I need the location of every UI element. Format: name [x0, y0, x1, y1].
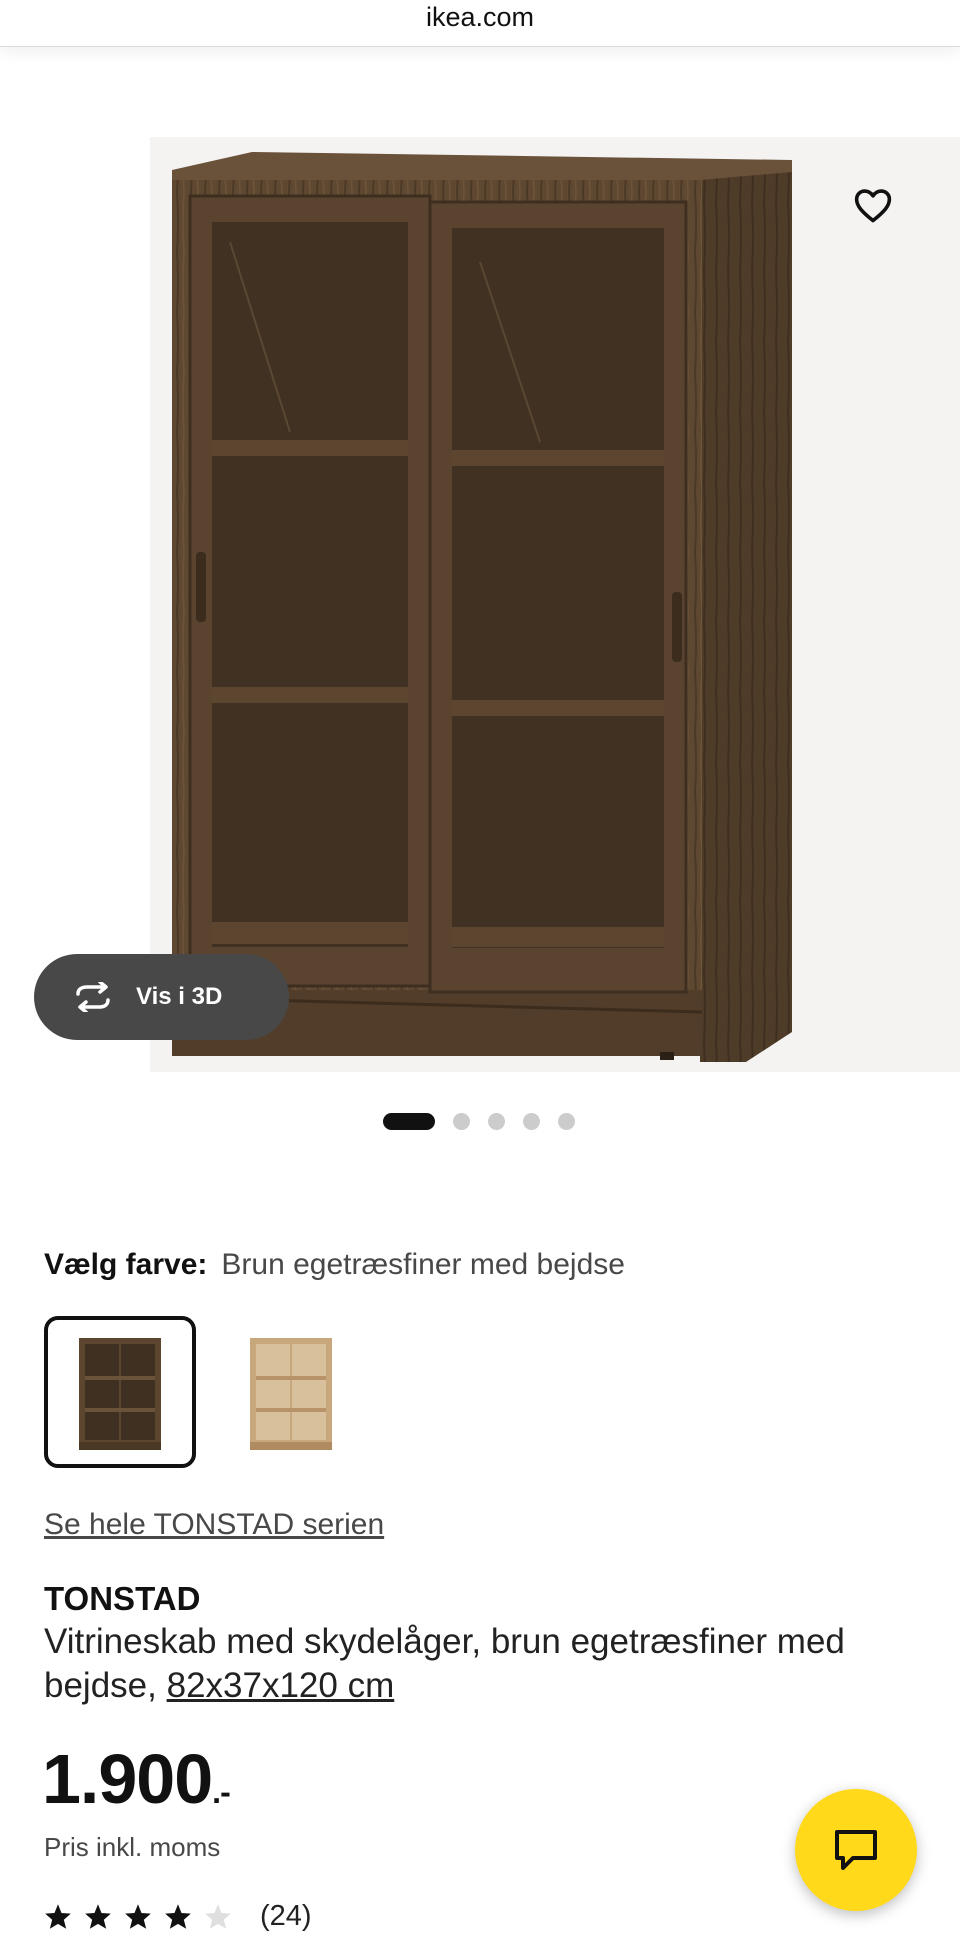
price-amount: 1.900: [42, 1740, 213, 1818]
color-swatch-oak[interactable]: [215, 1316, 367, 1468]
view-in-3d-button[interactable]: Vis i 3D: [34, 954, 289, 1040]
url-text: ikea.com: [425, 2, 535, 32]
pagination-dot-5[interactable]: [558, 1112, 575, 1130]
product-price: 1.900.-: [42, 1735, 231, 1823]
browser-url-bar[interactable]: ikea.com: [0, 0, 960, 47]
star-filled-icon: [125, 1903, 151, 1929]
star-empty-icon: [205, 1903, 231, 1929]
gallery-pagination: [383, 1112, 593, 1130]
heart-icon: [854, 189, 892, 223]
product-rating[interactable]: (24): [44, 1896, 312, 1936]
view-in-3d-label: Vis i 3D: [136, 983, 223, 1010]
pagination-dot-2[interactable]: [453, 1112, 470, 1130]
price-suffix: .-: [212, 1774, 231, 1810]
product-dimensions-link[interactable]: 82x37x120 cm: [167, 1666, 395, 1705]
star-filled-icon: [45, 1903, 71, 1929]
product-description: Vitrineskab med skydelåger, brun egetræs…: [44, 1620, 924, 1708]
pagination-dot-4[interactable]: [523, 1112, 540, 1130]
favorite-button[interactable]: [845, 177, 901, 233]
series-link[interactable]: Se hele TONSTAD serien: [44, 1505, 384, 1545]
swatch-thumbnail: [79, 1338, 161, 1450]
product-description-text: Vitrineskab med skydelåger, brun egetræs…: [44, 1622, 845, 1705]
star-filled-icon: [85, 1903, 111, 1929]
swatch-thumbnail: [250, 1338, 332, 1450]
chat-bubble-icon: [835, 1830, 877, 1870]
star-filled-icon: [165, 1903, 191, 1929]
pagination-dot-3[interactable]: [488, 1112, 505, 1130]
chat-button[interactable]: [795, 1789, 917, 1911]
selected-color-value: Brun egetræsfiner med bejdse: [221, 1248, 625, 1281]
color-selector-header: Vælg farve: Brun egetræsfiner med bejdse: [44, 1245, 625, 1285]
rotate-3d-icon: [76, 982, 110, 1012]
product-image: [172, 152, 792, 1062]
rating-count: (24): [260, 1899, 312, 1932]
price-note: Pris inkl. moms: [44, 1832, 221, 1862]
color-label: Vælg farve:: [44, 1248, 208, 1281]
product-name: TONSTAD: [44, 1580, 201, 1617]
color-swatch-brown[interactable]: [44, 1316, 196, 1468]
pagination-dot-1[interactable]: [383, 1112, 435, 1130]
product-image-gallery[interactable]: Vis i 3D: [0, 47, 960, 1087]
